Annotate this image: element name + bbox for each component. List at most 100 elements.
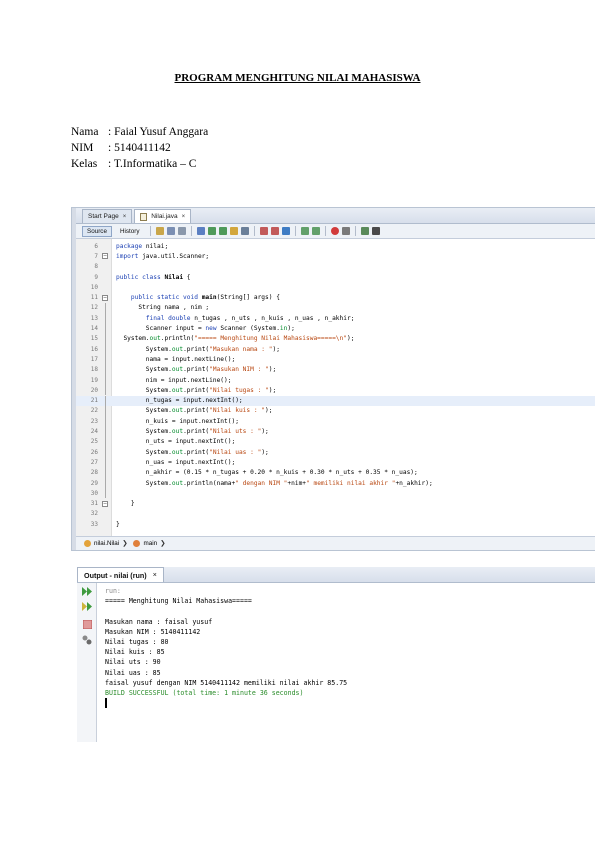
console-line: Nilai uts : 90 bbox=[105, 658, 161, 667]
code-text: n_uts = input.nextInt(); bbox=[116, 438, 236, 446]
code-text: package nilai; bbox=[116, 242, 169, 250]
fold-guide bbox=[98, 488, 112, 499]
code-text: System.out.print("Nilai tugas : "); bbox=[116, 386, 277, 394]
find-next-icon[interactable] bbox=[218, 227, 227, 235]
line-number: 15 bbox=[90, 335, 98, 343]
toggle-rect-select-icon[interactable] bbox=[240, 227, 249, 235]
toggle-bookmark-icon[interactable] bbox=[281, 227, 290, 235]
history-button[interactable]: History bbox=[115, 226, 145, 237]
line-number: 26 bbox=[90, 448, 98, 456]
close-icon[interactable]: × bbox=[153, 572, 157, 579]
fold-guide bbox=[98, 467, 112, 478]
line-number: 28 bbox=[90, 469, 98, 477]
rerun-with-params-icon[interactable] bbox=[81, 601, 93, 612]
line-number: 7 bbox=[94, 252, 98, 260]
fold-collapse-icon[interactable]: − bbox=[98, 294, 112, 301]
code-line[interactable]: 16 System.out.print("Masukan nama : "); bbox=[76, 344, 595, 355]
shift-left-icon[interactable] bbox=[300, 227, 309, 235]
tab-nilai-java[interactable]: Nilai.java × bbox=[134, 209, 192, 223]
comment-icon[interactable] bbox=[360, 227, 369, 235]
output-console[interactable]: run: ===== Menghitung Nilai Mahasiswa====… bbox=[105, 586, 595, 742]
code-line[interactable]: 29 System.out.println(nama+" dengan NIM … bbox=[76, 477, 595, 489]
toggle-highlight-icon[interactable] bbox=[229, 227, 238, 235]
line-number: 30 bbox=[90, 489, 98, 497]
code-line[interactable]: 13 final double n_tugas , n_uts , n_kuis… bbox=[76, 313, 595, 324]
uncomment-icon[interactable] bbox=[371, 227, 380, 235]
code-line[interactable]: 31− } bbox=[76, 499, 595, 509]
code-line[interactable]: 18 System.out.print("Masukan NIM : "); bbox=[76, 364, 595, 375]
code-line[interactable]: 7− import java.util.Scanner; bbox=[76, 251, 595, 261]
code-line[interactable]: 28 n_akhir = (0.15 * n_tugas + 0.20 * n_… bbox=[76, 467, 595, 478]
find-previous-icon[interactable] bbox=[207, 227, 216, 235]
code-line[interactable]: 25 n_uts = input.nextInt(); bbox=[76, 436, 595, 447]
shift-right-icon[interactable] bbox=[311, 227, 320, 235]
code-line[interactable]: 15 System.out.println("===== Menghitung … bbox=[76, 333, 595, 344]
editor-toolbar: Source History bbox=[76, 224, 595, 239]
code-line[interactable]: 12 String nama , nim ; bbox=[76, 302, 595, 314]
close-icon[interactable]: × bbox=[123, 214, 127, 220]
output-window: Output - nilai (run) × run: ===== Menghit… bbox=[77, 567, 595, 742]
code-line[interactable]: 17 nama = input.nextLine(); bbox=[76, 354, 595, 365]
next-bookmark-icon[interactable] bbox=[270, 227, 279, 235]
class-icon bbox=[84, 540, 91, 547]
console-line: faisal yusuf dengan NIM 5140411142 memil… bbox=[105, 678, 348, 687]
fold-guide bbox=[98, 416, 112, 427]
document-title: PROGRAM MENGHITUNG NILAI MAHASISWA bbox=[174, 72, 421, 84]
breadcrumb-method-label: main bbox=[143, 540, 158, 547]
code-line[interactable]: 6 package nilai; bbox=[76, 241, 595, 251]
start-macro-icon[interactable] bbox=[330, 227, 339, 235]
code-line[interactable]: 26 System.out.print("Nilai uas : "); bbox=[76, 447, 595, 458]
code-line[interactable]: 33} bbox=[76, 519, 595, 529]
line-number: 24 bbox=[90, 428, 98, 436]
code-line[interactable]: 32 bbox=[76, 509, 595, 519]
code-line[interactable]: 8 bbox=[76, 262, 595, 272]
code-text: n_tugas = input.nextInt(); bbox=[116, 397, 243, 405]
line-number: 23 bbox=[90, 417, 98, 425]
code-line[interactable]: 27 n_uas = input.nextInt(); bbox=[76, 457, 595, 468]
fold-collapse-icon[interactable]: − bbox=[98, 253, 112, 260]
stop-macro-icon[interactable] bbox=[341, 227, 350, 235]
console-line: run: bbox=[105, 587, 121, 595]
code-area[interactable]: 6 package nilai; 7− import java.util.Scanne… bbox=[76, 239, 595, 536]
editor-tab-bar: Start Page × Nilai.java × bbox=[76, 208, 595, 224]
code-line[interactable]: 24 System.out.print("Nilai uts : "); bbox=[76, 426, 595, 437]
code-text: String nama , nim ; bbox=[116, 304, 210, 312]
code-text: Scanner input = new Scanner (System.in); bbox=[116, 325, 295, 333]
code-line[interactable]: 9 public class Nilai { bbox=[76, 272, 595, 282]
code-line[interactable]: 30 bbox=[76, 488, 595, 499]
console-line: Masukan nama : faisal yusuf bbox=[105, 617, 213, 626]
settings-icon[interactable] bbox=[81, 634, 93, 645]
forward-icon[interactable] bbox=[177, 227, 186, 235]
fold-guide bbox=[98, 477, 112, 489]
previous-bookmark-icon[interactable] bbox=[259, 227, 268, 235]
code-text: System.out.print("Masukan NIM : "); bbox=[116, 366, 277, 374]
search-icon[interactable] bbox=[196, 227, 205, 235]
chevron-right-icon: ❯ bbox=[122, 540, 128, 547]
code-line[interactable]: 23 n_kuis = input.nextInt(); bbox=[76, 416, 595, 427]
code-text: } bbox=[116, 500, 135, 508]
code-line[interactable]: 11− public static void main(String[] arg… bbox=[76, 293, 595, 303]
stop-icon[interactable] bbox=[81, 619, 93, 630]
back-icon[interactable] bbox=[166, 227, 175, 235]
text-cursor bbox=[105, 698, 107, 709]
close-icon[interactable]: × bbox=[182, 214, 186, 220]
fold-guide bbox=[98, 354, 112, 365]
tab-start-page[interactable]: Start Page × bbox=[82, 209, 133, 223]
source-button[interactable]: Source bbox=[82, 225, 112, 237]
rerun-icon[interactable] bbox=[81, 586, 93, 597]
code-line[interactable]: 19 nim = input.nextLine(); bbox=[76, 374, 595, 386]
code-text: public static void main(String[] args) { bbox=[116, 294, 280, 302]
code-line[interactable]: 22 System.out.print("Nilai kuis : "); bbox=[76, 405, 595, 417]
code-line[interactable]: 10 bbox=[76, 282, 595, 292]
line-number: 20 bbox=[90, 386, 98, 394]
code-line[interactable]: 21 n_tugas = input.nextInt(); bbox=[76, 395, 595, 406]
fold-collapse-icon[interactable]: − bbox=[98, 500, 112, 507]
fold-guide bbox=[98, 405, 112, 417]
last-edit-icon[interactable] bbox=[155, 227, 164, 235]
code-line[interactable]: 14 Scanner input = new Scanner (System.i… bbox=[76, 323, 595, 334]
tab-output-run[interactable]: Output - nilai (run) × bbox=[77, 567, 164, 582]
code-line[interactable]: 20 System.out.print("Nilai tugas : "); bbox=[76, 385, 595, 396]
breadcrumb-method[interactable]: main ❯ bbox=[133, 540, 165, 547]
fold-guide bbox=[98, 395, 112, 406]
breadcrumb-class[interactable]: nilai.Nilai ❯ bbox=[84, 540, 127, 547]
